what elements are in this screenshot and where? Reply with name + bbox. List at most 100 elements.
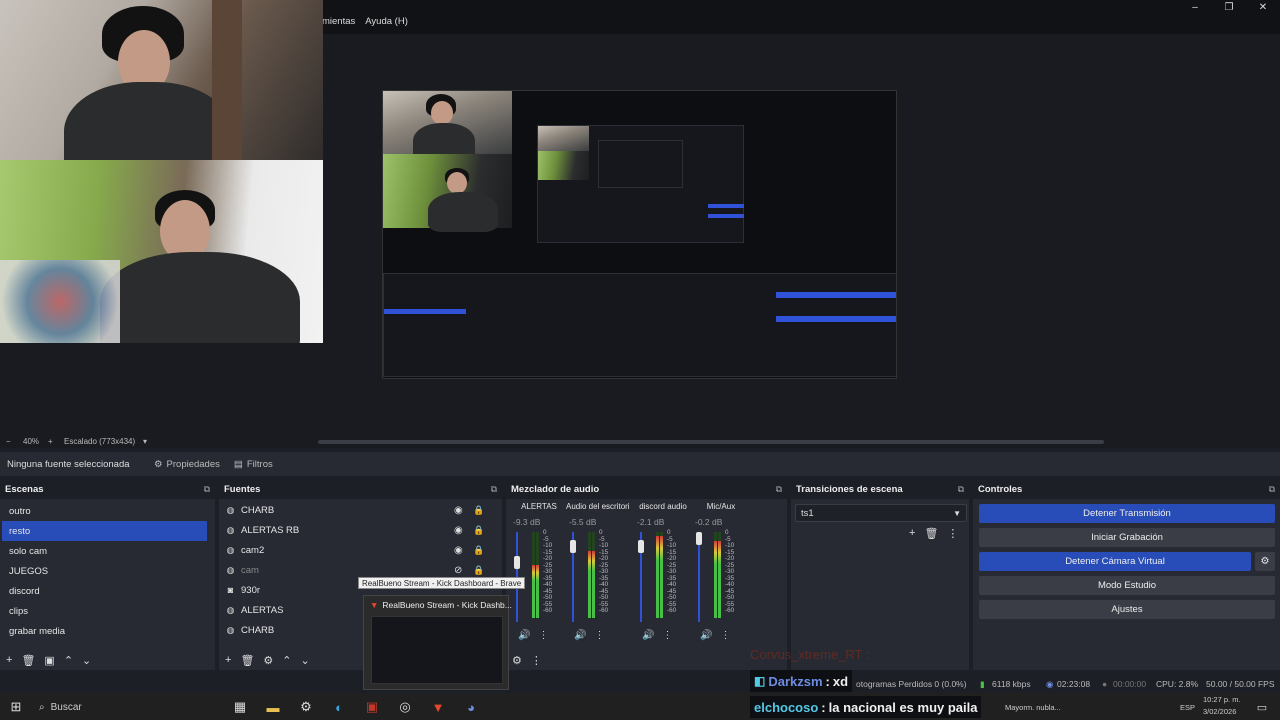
taskbar-thumbnail[interactable]: ▼ RealBueno Stream - Kick Dashb... [363, 595, 512, 690]
volume-fader[interactable] [638, 532, 644, 622]
filters-button[interactable]: ▤ Filtros [227, 455, 280, 473]
scene-item[interactable]: clips [2, 601, 207, 621]
mixer-channel: ALERTAS -9.3 dB 0 -5 -10 -15 -20 -25 -30 -35 -40 -4… [510, 502, 568, 648]
volume-fader[interactable] [570, 532, 576, 622]
eye-slash-icon[interactable]: ⊘ [454, 565, 462, 576]
menu-tools[interactable]: mientas [322, 16, 355, 32]
task-view-icon[interactable]: ▦ [230, 697, 250, 717]
weather[interactable]: Mayorm. nubla... [1005, 703, 1061, 712]
source-item[interactable]: ◍ cam2 ◉ 🔒 [219, 540, 502, 560]
scene-item-selected[interactable]: resto [2, 521, 207, 541]
scene-filters-icon[interactable]: ▣ [44, 654, 54, 667]
zoom-out-button[interactable]: − [6, 437, 11, 446]
remove-scene-icon[interactable]: 🗑 [21, 654, 35, 667]
source-item[interactable]: ◍ ALERTAS RB ◉ 🔒 [219, 520, 502, 540]
preview-scrollbar[interactable] [318, 440, 1104, 444]
lock-icon[interactable]: 🔒 [473, 565, 484, 576]
mixer-menu-icon[interactable]: ⋮ [531, 654, 542, 667]
app-icon[interactable]: ▣ [362, 697, 382, 717]
fader-handle[interactable] [696, 532, 702, 545]
preview-obs-docks [383, 273, 896, 377]
webcam-overlay-bottom [0, 160, 323, 343]
scene-item[interactable]: discord [2, 581, 207, 601]
zoom-in-button[interactable]: + [48, 437, 53, 446]
discord-icon[interactable]: ◕ [461, 697, 481, 717]
move-up-icon[interactable]: ⌃ [64, 654, 73, 667]
clock-time[interactable]: 10:27 p. m. [1203, 695, 1241, 704]
scaling-dropdown-icon[interactable]: ▾ [143, 437, 147, 446]
channel-menu-icon[interactable]: ⋮ [662, 630, 672, 641]
properties-button[interactable]: ⚙ Propiedades [147, 455, 227, 473]
move-down-icon[interactable]: ⌄ [301, 654, 310, 667]
eye-icon[interactable]: ◉ [454, 545, 463, 556]
undock-icon[interactable]: ⧉ [1269, 484, 1275, 495]
lock-icon[interactable]: 🔒 [473, 525, 484, 536]
eye-icon[interactable]: ◉ [454, 525, 463, 536]
edge-icon[interactable]: ◐ [329, 697, 349, 717]
window-controls: – ❐ ✕ [1178, 0, 1280, 14]
lock-icon[interactable]: 🔒 [473, 545, 484, 556]
add-transition-icon[interactable]: + [909, 527, 915, 540]
speaker-icon[interactable]: 🔊 [574, 630, 586, 641]
context-bar: Ninguna fuente seleccionada ⚙ Propiedade… [0, 452, 1280, 476]
source-label: ALERTAS RB [241, 524, 300, 536]
undock-icon[interactable]: ⧉ [491, 484, 497, 495]
speaker-icon[interactable]: 🔊 [518, 630, 530, 641]
speaker-icon[interactable]: 🔊 [642, 630, 654, 641]
studio-mode-button[interactable]: Modo Estudio [979, 576, 1275, 595]
preview-zoom-row: − 40% + Escalado (773x434) ▾ [0, 434, 1280, 448]
lock-icon[interactable]: 🔒 [473, 505, 484, 516]
taskbar-search[interactable]: ⌕ Buscar [33, 697, 223, 717]
stop-stream-button[interactable]: Detener Transmisión [979, 504, 1275, 523]
brave-icon[interactable]: ▼ [428, 697, 448, 717]
scene-item[interactable]: solo cam [2, 541, 207, 561]
menu-help[interactable]: Ayuda (H) [365, 16, 408, 32]
scene-item[interactable]: grabar media [2, 621, 207, 641]
settings-app-icon[interactable]: ⚙ [296, 697, 316, 717]
channel-menu-icon[interactable]: ⋮ [538, 630, 548, 641]
fader-handle[interactable] [514, 556, 520, 569]
mixer-settings-icon[interactable]: ⚙ [512, 654, 522, 667]
scene-item[interactable]: JUEGOS [2, 561, 207, 581]
remove-transition-icon[interactable]: 🗑 [924, 527, 938, 540]
webcam-overlay-top [0, 0, 323, 160]
virtual-cam-settings-icon[interactable]: ⚙ [1255, 552, 1275, 571]
program-preview[interactable] [382, 90, 897, 379]
chevron-down-icon: ▼ [953, 508, 961, 518]
undock-icon[interactable]: ⧉ [776, 484, 782, 495]
transition-select[interactable]: ts1 ▼ [795, 504, 967, 522]
start-recording-button[interactable]: Iniciar Grabación [979, 528, 1275, 547]
notifications-icon[interactable]: ▭ [1252, 697, 1272, 717]
db-tick: -60 [667, 607, 677, 614]
windows-start-icon[interactable]: ⊞ [6, 697, 26, 717]
add-scene-icon[interactable]: + [6, 654, 12, 666]
filter-icon: ▤ [233, 458, 243, 470]
mixer-header: Mezclador de audio ⧉ [506, 480, 787, 499]
transition-menu-icon[interactable]: ⋮ [947, 527, 958, 540]
move-down-icon[interactable]: ⌄ [82, 654, 91, 667]
source-item[interactable]: ◍ CHARB ◉ 🔒 [219, 500, 502, 520]
maximize-button[interactable]: ❐ [1212, 0, 1246, 14]
stop-virtual-cam-button[interactable]: Detener Cámara Virtual [979, 552, 1251, 571]
scene-item[interactable]: outro [2, 501, 207, 521]
remove-source-icon[interactable]: 🗑 [240, 654, 254, 667]
undock-icon[interactable]: ⧉ [204, 484, 210, 495]
move-up-icon[interactable]: ⌃ [282, 654, 291, 667]
settings-button[interactable]: Ajustes [979, 600, 1275, 619]
channel-menu-icon[interactable]: ⋮ [720, 630, 730, 641]
undock-icon[interactable]: ⧉ [958, 484, 964, 495]
minimize-button[interactable]: – [1178, 0, 1212, 14]
close-button[interactable]: ✕ [1246, 0, 1280, 14]
speaker-icon[interactable]: 🔊 [700, 630, 712, 641]
file-explorer-icon[interactable]: ▬ [263, 697, 283, 717]
language[interactable]: ESP [1180, 703, 1195, 712]
eye-icon[interactable]: ◉ [454, 505, 463, 516]
volume-fader[interactable] [696, 532, 702, 622]
fader-handle[interactable] [570, 540, 576, 553]
clock-date[interactable]: 3/02/2026 [1203, 707, 1236, 716]
channel-menu-icon[interactable]: ⋮ [594, 630, 604, 641]
fader-handle[interactable] [638, 540, 644, 553]
obs-icon[interactable]: ◎ [395, 697, 415, 717]
add-source-icon[interactable]: + [225, 654, 231, 666]
source-properties-icon[interactable]: ⚙ [263, 654, 273, 667]
